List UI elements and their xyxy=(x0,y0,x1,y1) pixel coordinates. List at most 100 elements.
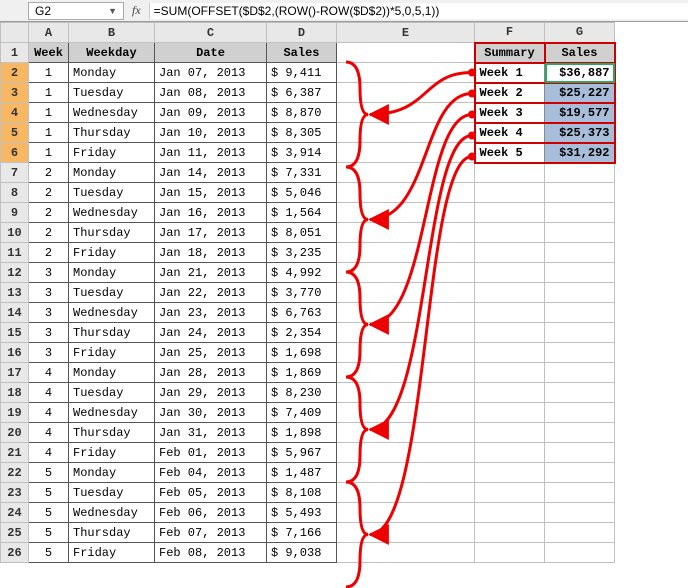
cell-week[interactable]: 1 xyxy=(29,143,69,163)
cell-empty[interactable] xyxy=(337,223,475,243)
row-header-13[interactable]: 13 xyxy=(1,283,29,303)
cell-empty[interactable] xyxy=(475,243,545,263)
cell-empty[interactable] xyxy=(337,63,475,83)
col-header-B[interactable]: B xyxy=(69,23,155,43)
cell-week[interactable]: 2 xyxy=(29,163,69,183)
row-header-7[interactable]: 7 xyxy=(1,163,29,183)
cell-empty[interactable] xyxy=(337,163,475,183)
cell-weekday[interactable]: Tuesday xyxy=(69,383,155,403)
cell-empty[interactable] xyxy=(337,343,475,363)
cell-empty[interactable] xyxy=(545,283,615,303)
col-header-F[interactable]: F xyxy=(475,23,545,43)
cell-date[interactable]: Feb 06, 2013 xyxy=(155,503,267,523)
cell-date[interactable]: Jan 10, 2013 xyxy=(155,123,267,143)
cell-empty[interactable] xyxy=(337,83,475,103)
cell-date[interactable]: Jan 16, 2013 xyxy=(155,203,267,223)
row-header-18[interactable]: 18 xyxy=(1,383,29,403)
cell-week[interactable]: 4 xyxy=(29,363,69,383)
cell-date[interactable]: Jan 24, 2013 xyxy=(155,323,267,343)
cell-empty[interactable] xyxy=(475,423,545,443)
cell-week[interactable]: 3 xyxy=(29,343,69,363)
cell-empty[interactable] xyxy=(545,163,615,183)
cell-sales[interactable]: $ 7,166 xyxy=(267,523,337,543)
row-header-12[interactable]: 12 xyxy=(1,263,29,283)
cell-sales[interactable]: $ 8,230 xyxy=(267,383,337,403)
cell-sales[interactable]: $ 4,992 xyxy=(267,263,337,283)
cell-weekday[interactable]: Tuesday xyxy=(69,283,155,303)
cell-date[interactable]: Jan 31, 2013 xyxy=(155,423,267,443)
cell-empty[interactable] xyxy=(545,183,615,203)
cell-empty[interactable] xyxy=(475,283,545,303)
cell-weekday[interactable]: Wednesday xyxy=(69,403,155,423)
cell-empty[interactable] xyxy=(337,503,475,523)
cell-weekday[interactable]: Friday xyxy=(69,443,155,463)
cell-week[interactable]: 4 xyxy=(29,443,69,463)
cell-empty[interactable] xyxy=(337,443,475,463)
summary-value[interactable]: $25,373 xyxy=(545,123,615,143)
cell-week[interactable]: 4 xyxy=(29,403,69,423)
cell-empty[interactable] xyxy=(545,303,615,323)
cell-week[interactable]: 5 xyxy=(29,503,69,523)
cell-empty[interactable] xyxy=(337,363,475,383)
cell-sales[interactable]: $ 9,038 xyxy=(267,543,337,563)
cell-sales[interactable]: $ 2,354 xyxy=(267,323,337,343)
cell-empty[interactable] xyxy=(545,463,615,483)
cell-date[interactable]: Jan 14, 2013 xyxy=(155,163,267,183)
cell-sales[interactable]: $ 8,870 xyxy=(267,103,337,123)
fx-icon[interactable]: fx xyxy=(124,3,149,18)
summary-label[interactable]: Week 3 xyxy=(475,103,545,123)
col-header-E[interactable]: E xyxy=(337,23,475,43)
cell-weekday[interactable]: Monday xyxy=(69,163,155,183)
cell-empty[interactable] xyxy=(475,363,545,383)
cell-empty[interactable] xyxy=(475,383,545,403)
cell-week[interactable]: 5 xyxy=(29,543,69,563)
cell-sales[interactable]: $ 9,411 xyxy=(267,63,337,83)
cell-date[interactable]: Feb 05, 2013 xyxy=(155,483,267,503)
col-header-A[interactable]: A xyxy=(29,23,69,43)
cell-empty[interactable] xyxy=(475,503,545,523)
summary-value[interactable]: $25,227 xyxy=(545,83,615,103)
cell-date[interactable]: Feb 08, 2013 xyxy=(155,543,267,563)
row-header-14[interactable]: 14 xyxy=(1,303,29,323)
cell-date[interactable]: Jan 25, 2013 xyxy=(155,343,267,363)
cell-empty[interactable] xyxy=(337,183,475,203)
name-box[interactable]: G2 ▼ xyxy=(28,2,124,20)
cell-date[interactable]: Jan 09, 2013 xyxy=(155,103,267,123)
cell-weekday[interactable]: Thursday xyxy=(69,523,155,543)
cell-date[interactable]: Jan 11, 2013 xyxy=(155,143,267,163)
cell-sales[interactable]: $ 6,387 xyxy=(267,83,337,103)
cell-sales[interactable]: $ 3,914 xyxy=(267,143,337,163)
cell-sales[interactable]: $ 5,046 xyxy=(267,183,337,203)
cell-date[interactable]: Jan 28, 2013 xyxy=(155,363,267,383)
cell-week[interactable]: 4 xyxy=(29,423,69,443)
cell-empty[interactable] xyxy=(337,383,475,403)
cell-empty[interactable] xyxy=(545,383,615,403)
row-header-8[interactable]: 8 xyxy=(1,183,29,203)
row-header-6[interactable]: 6 xyxy=(1,143,29,163)
cell-sales[interactable]: $ 6,763 xyxy=(267,303,337,323)
cell-sales[interactable]: $ 3,770 xyxy=(267,283,337,303)
cell-week[interactable]: 3 xyxy=(29,283,69,303)
row-header-17[interactable]: 17 xyxy=(1,363,29,383)
cell-weekday[interactable]: Monday xyxy=(69,263,155,283)
row-header-19[interactable]: 19 xyxy=(1,403,29,423)
cell-week[interactable]: 5 xyxy=(29,483,69,503)
cell-empty[interactable] xyxy=(475,263,545,283)
row-header-22[interactable]: 22 xyxy=(1,463,29,483)
cell-empty[interactable] xyxy=(337,543,475,563)
cell-empty[interactable] xyxy=(475,203,545,223)
cell-empty[interactable] xyxy=(337,463,475,483)
cell-week[interactable]: 2 xyxy=(29,243,69,263)
row-header-24[interactable]: 24 xyxy=(1,503,29,523)
row-header-3[interactable]: 3 xyxy=(1,83,29,103)
cell-week[interactable]: 1 xyxy=(29,123,69,143)
cell-weekday[interactable]: Thursday xyxy=(69,223,155,243)
cell-empty[interactable] xyxy=(475,483,545,503)
cell-weekday[interactable]: Monday xyxy=(69,363,155,383)
row-header-15[interactable]: 15 xyxy=(1,323,29,343)
cell-sales[interactable]: $ 1,698 xyxy=(267,343,337,363)
row-header-1[interactable]: 1 xyxy=(1,43,29,63)
cell-empty[interactable] xyxy=(337,403,475,423)
row-header-16[interactable]: 16 xyxy=(1,343,29,363)
cell-week[interactable]: 2 xyxy=(29,183,69,203)
